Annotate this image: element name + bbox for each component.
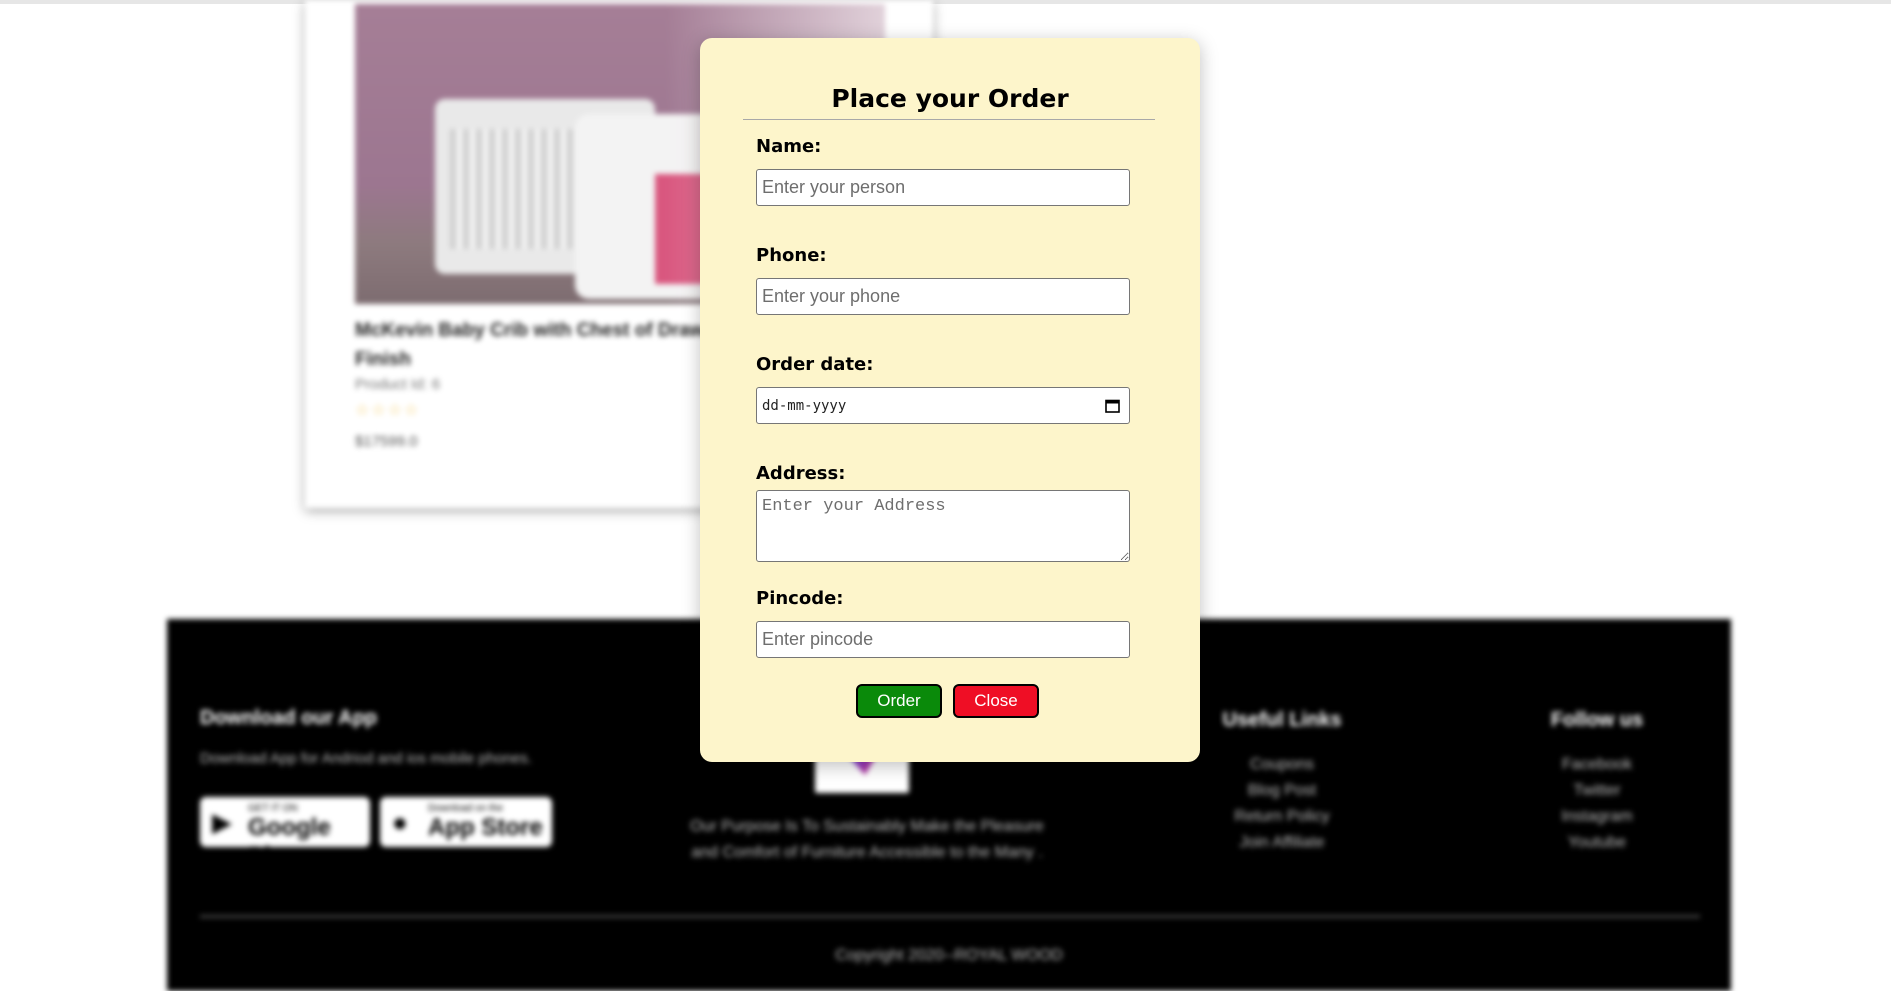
google-play-badge[interactable]: ▶ GET IT ON Google Play <box>200 797 370 869</box>
link-facebook[interactable]: Facebook <box>1527 752 1667 778</box>
link-instagram[interactable]: Instagram <box>1527 804 1667 830</box>
order-date-input[interactable]: dd-mm-yyyy <box>756 387 1130 424</box>
download-app-text: Download App for Andriod and ios mobile … <box>200 750 532 767</box>
apple-badge-small-text: Download on the <box>428 803 504 814</box>
apple-icon: ● <box>392 807 408 837</box>
order-date-label: Order date: <box>756 354 874 375</box>
calendar-icon[interactable] <box>1105 398 1120 413</box>
google-badge-big-text: Google Play <box>248 814 331 869</box>
useful-links-list: Coupons Blog Post Return Policy Join Aff… <box>1182 752 1382 856</box>
name-input[interactable] <box>756 169 1130 206</box>
address-label: Address: <box>756 463 846 484</box>
apple-badge-big-text: App Store <box>428 814 543 841</box>
link-twitter[interactable]: Twitter <box>1527 778 1667 804</box>
rating-stars-icon: ☆☆☆☆ <box>355 400 421 419</box>
modal-title: Place your Order <box>831 84 1069 113</box>
product-price: $17599.0 <box>355 433 418 450</box>
copyright-text: Copyright 2020--ROYAL WOOD <box>835 947 1063 964</box>
address-textarea[interactable] <box>756 490 1130 562</box>
order-button[interactable]: Order <box>856 684 942 718</box>
order-date-placeholder: dd-mm-yyyy <box>762 398 847 414</box>
app-store-badge[interactable]: ● Download on the App Store <box>380 797 552 847</box>
pincode-input[interactable] <box>756 621 1130 658</box>
footer-divider <box>200 915 1700 918</box>
link-youtube[interactable]: Youtube <box>1527 830 1667 856</box>
play-icon: ▶ <box>212 807 232 837</box>
modal-title-divider <box>743 119 1155 120</box>
link-blog-post[interactable]: Blog Post <box>1182 778 1382 804</box>
google-badge-small-text: GET IT ON <box>248 803 298 814</box>
phone-label: Phone: <box>756 245 827 266</box>
name-label: Name: <box>756 136 822 157</box>
link-return-policy[interactable]: Return Policy <box>1182 804 1382 830</box>
product-id: Product Id: 6 <box>355 376 441 393</box>
purpose-line-2: and Comfort of Furniture Accessible to t… <box>691 844 1043 861</box>
link-join-affiliate[interactable]: Join Affiliate <box>1182 830 1382 856</box>
close-button[interactable]: Close <box>953 684 1039 718</box>
pincode-label: Pincode: <box>756 588 844 609</box>
order-modal: Place your Order Name: Phone: Order date… <box>700 38 1200 762</box>
download-app-heading: Download our App <box>200 707 378 729</box>
follow-us-list: Facebook Twitter Instagram Youtube <box>1527 752 1667 856</box>
purpose-line-1: Our Purpose Is To Sustainably Make the P… <box>690 818 1044 835</box>
follow-us-heading: Follow us <box>1550 709 1644 731</box>
purpose-statement: Our Purpose Is To Sustainably Make the P… <box>647 814 1087 866</box>
link-coupons[interactable]: Coupons <box>1182 752 1382 778</box>
useful-links-heading: Useful Links <box>1222 709 1342 731</box>
phone-input[interactable] <box>756 278 1130 315</box>
